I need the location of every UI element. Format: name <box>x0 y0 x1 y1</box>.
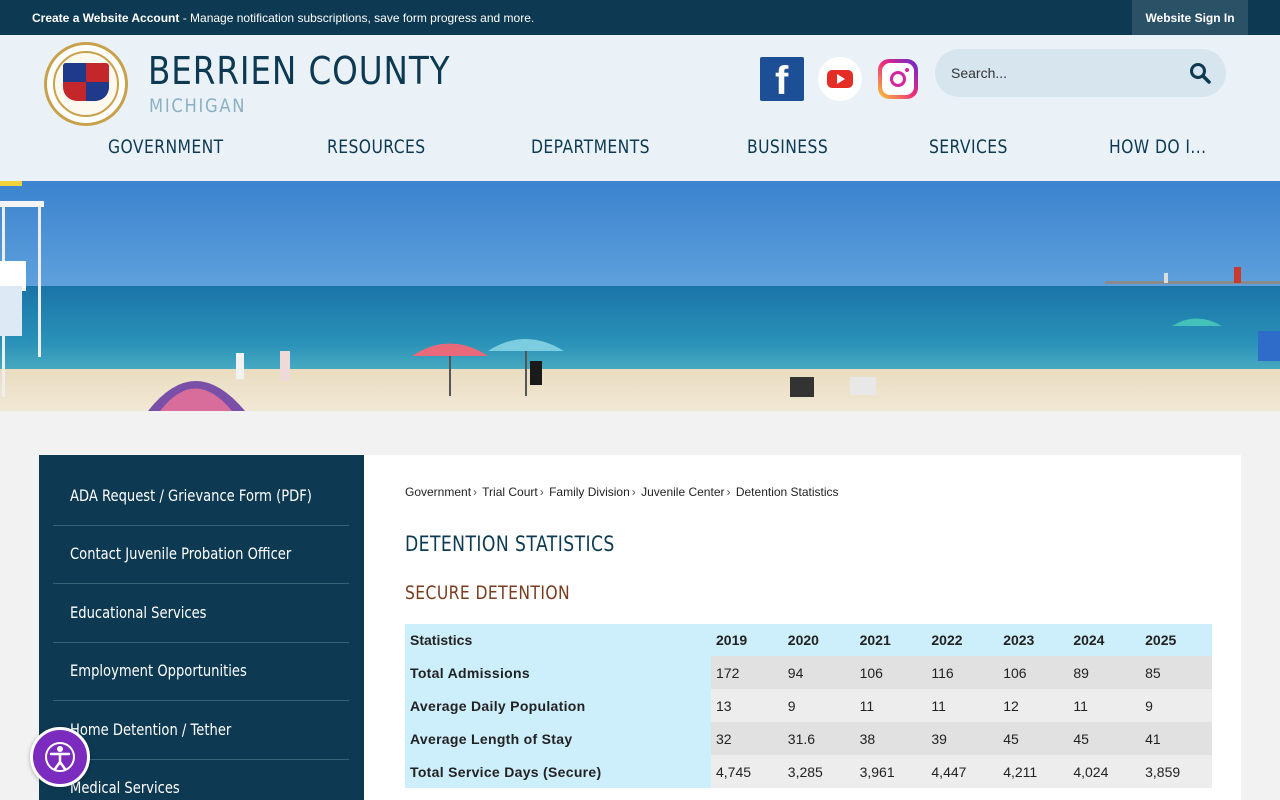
table-cell: 11 <box>854 689 927 722</box>
table-row: Total Service Days (Secure) 4,745 3,285 … <box>405 755 1212 788</box>
table-header-row: Statistics 2019 2020 2021 2022 2023 2024… <box>405 624 1212 656</box>
table-cell: 172 <box>711 656 783 689</box>
table-cell: 41 <box>1140 722 1212 755</box>
detention-statistics-table: Statistics 2019 2020 2021 2022 2023 2024… <box>405 624 1212 788</box>
accessibility-figure-icon <box>49 746 71 771</box>
account-notice-bar: Create a Website Account - Manage notifi… <box>0 0 1280 35</box>
breadcrumb-government[interactable]: Government <box>405 485 471 499</box>
nav-government[interactable]: GOVERNMENT <box>108 136 224 158</box>
beach-banner-image <box>0 181 1280 411</box>
account-notice-text: - Manage notification subscriptions, sav… <box>179 11 535 25</box>
table-cell: 32 <box>711 722 783 755</box>
youtube-icon[interactable] <box>818 57 862 101</box>
table-cell: 31.6 <box>782 722 855 755</box>
sidebar-item-ada-request[interactable]: ADA Request / Grievance Form (PDF) <box>53 468 349 526</box>
search-icon[interactable] <box>1189 62 1211 84</box>
breadcrumb-current: Detention Statistics <box>735 485 839 499</box>
table-cell: 94 <box>782 656 855 689</box>
sidebar-item-contact-probation-officer[interactable]: Contact Juvenile Probation Officer <box>53 526 349 584</box>
sidebar-item-label: Home Detention / Tether <box>70 720 232 739</box>
site-header: BERRIEN COUNTY MICHIGAN f GOVERNMENT RES… <box>0 35 1280 181</box>
beach-scene-illustration <box>0 181 1280 411</box>
table-cell: 38 <box>854 722 927 755</box>
column-header: 2024 <box>1068 624 1141 656</box>
nav-resources[interactable]: RESOURCES <box>327 136 426 158</box>
site-title[interactable]: BERRIEN COUNTY <box>148 49 450 93</box>
nav-departments[interactable]: DEPARTMENTS <box>531 136 650 158</box>
table-cell: 11 <box>926 689 999 722</box>
table-cell: 89 <box>1068 656 1141 689</box>
breadcrumb: Government › Trial Court › Family Division… <box>405 485 839 499</box>
table-cell: 13 <box>711 689 783 722</box>
table-cell: 116 <box>926 656 999 689</box>
county-seal-logo[interactable] <box>44 42 128 126</box>
column-header: Statistics <box>405 624 711 656</box>
table-cell: 3,285 <box>782 755 855 788</box>
table-cell: 12 <box>998 689 1069 722</box>
table-cell: 3,961 <box>854 755 927 788</box>
nav-how-do-i[interactable]: HOW DO I... <box>1109 136 1207 158</box>
sidebar-item-label: Educational Services <box>70 603 207 622</box>
account-notice: Create a Website Account - Manage notifi… <box>32 11 534 25</box>
table-cell: 4,211 <box>998 755 1069 788</box>
row-label: Total Service Days (Secure) <box>405 755 711 788</box>
sidebar-item-label: ADA Request / Grievance Form (PDF) <box>70 486 312 505</box>
table-cell: 11 <box>1068 689 1141 722</box>
column-header: 2022 <box>926 624 999 656</box>
sidebar-item-label: Employment Opportunities <box>70 661 247 680</box>
column-header: 2023 <box>998 624 1069 656</box>
sidebar-item-employment[interactable]: Employment Opportunities <box>53 643 349 701</box>
seal-shield <box>63 63 109 101</box>
table-cell: 9 <box>782 689 855 722</box>
row-label: Average Length of Stay <box>405 722 711 755</box>
sidebar-item-medical-services[interactable]: Medical Services <box>53 760 349 800</box>
accessibility-button[interactable] <box>30 727 90 787</box>
table-cell: 4,447 <box>926 755 999 788</box>
sidebar-item-label: Contact Juvenile Probation Officer <box>70 544 292 563</box>
page-title: DETENTION STATISTICS <box>405 532 615 556</box>
sidebar-item-educational-services[interactable]: Educational Services <box>53 585 349 643</box>
table-cell: 4,745 <box>711 755 783 788</box>
create-account-link[interactable]: Create a Website Account <box>32 11 179 25</box>
nav-services[interactable]: SERVICES <box>929 136 1008 158</box>
section-title: SECURE DETENTION <box>405 582 571 604</box>
row-label: Average Daily Population <box>405 689 711 722</box>
table-cell: 4,024 <box>1068 755 1141 788</box>
column-header: 2019 <box>711 624 783 656</box>
breadcrumb-family-division[interactable]: Family Division <box>549 485 630 499</box>
table-cell: 85 <box>1140 656 1212 689</box>
table-cell: 106 <box>854 656 927 689</box>
column-header: 2020 <box>782 624 855 656</box>
search-input[interactable] <box>951 49 1181 97</box>
search-box <box>935 49 1226 97</box>
breadcrumb-juvenile-center[interactable]: Juvenile Center <box>641 485 724 499</box>
table-row: Average Daily Population 13 9 11 11 12 1… <box>405 689 1212 722</box>
table-row: Total Admissions 172 94 106 116 106 89 8… <box>405 656 1212 689</box>
main-nav: GOVERNMENT RESOURCES DEPARTMENTS BUSINES… <box>0 131 1280 167</box>
breadcrumb-trial-court[interactable]: Trial Court <box>482 485 538 499</box>
sign-in-button[interactable]: Website Sign In <box>1132 0 1248 35</box>
sidebar-item-home-detention[interactable]: Home Detention / Tether <box>53 702 349 760</box>
row-label: Total Admissions <box>405 656 711 689</box>
table-row: Average Length of Stay 32 31.6 38 39 45 … <box>405 722 1212 755</box>
table-cell: 9 <box>1140 689 1212 722</box>
instagram-icon[interactable] <box>878 59 918 99</box>
table-cell: 106 <box>998 656 1069 689</box>
nav-business[interactable]: BUSINESS <box>747 136 828 158</box>
table-cell: 39 <box>926 722 999 755</box>
table-cell: 45 <box>998 722 1069 755</box>
table-cell: 3,859 <box>1140 755 1212 788</box>
column-header: 2021 <box>854 624 927 656</box>
main-content: Government › Trial Court › Family Division… <box>364 455 1241 800</box>
column-header: 2025 <box>1140 624 1212 656</box>
table-cell: 45 <box>1068 722 1141 755</box>
site-subtitle: MICHIGAN <box>149 95 247 117</box>
facebook-icon[interactable]: f <box>760 57 804 103</box>
